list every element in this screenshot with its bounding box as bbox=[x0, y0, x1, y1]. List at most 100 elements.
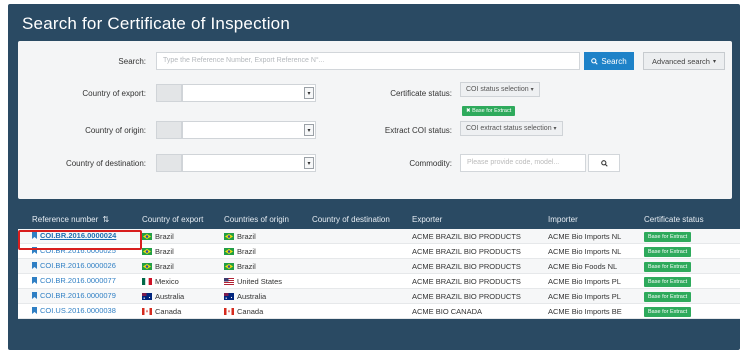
commodity-input[interactable]: Please provide code, model... bbox=[460, 154, 586, 172]
brazil-flag-icon bbox=[142, 247, 152, 255]
column-header-export[interactable]: Country of export bbox=[142, 215, 224, 224]
column-header-reference[interactable]: Reference number ⇅ bbox=[18, 215, 142, 224]
search-label: Search: bbox=[118, 57, 146, 66]
reference-link[interactable]: COI.BR.2016.0000026 bbox=[32, 261, 116, 270]
australia-flag-icon bbox=[142, 292, 152, 300]
table-row[interactable]: COI.BR.2016.0000025 Brazil Brazil ACME BRAZ… bbox=[18, 244, 740, 259]
table-row[interactable]: COI.BR.2016.0000077 Mexico United States AC… bbox=[18, 274, 740, 289]
country-of-origin-select[interactable]: ▾ bbox=[156, 121, 316, 139]
select-arrow-icon[interactable]: ▾ bbox=[304, 157, 314, 169]
certificate-status-cell: Base for Extract bbox=[644, 261, 740, 272]
flag-placeholder bbox=[156, 84, 182, 102]
reference-link[interactable]: COI.BR.2016.0000024 bbox=[32, 231, 116, 240]
australia-flag-icon bbox=[224, 292, 234, 300]
country-of-origin-label: Country of origin: bbox=[85, 126, 146, 135]
certificate-status-cell: Base for Extract bbox=[644, 231, 740, 242]
status-badge: Base for Extract bbox=[644, 261, 692, 272]
usa-flag-icon bbox=[224, 277, 234, 285]
table-row[interactable]: COI.BR.2016.0000079 Australia Australia ACM… bbox=[18, 289, 740, 304]
exporter-cell: ACME BRAZIL BIO PRODUCTS bbox=[412, 261, 521, 271]
status-badge[interactable]: ✖ Base for Extract bbox=[462, 106, 516, 116]
reference-link[interactable]: COI.BR.2016.0000025 bbox=[32, 246, 116, 255]
importer-cell: ACME Bio Imports BE bbox=[548, 306, 622, 316]
commodity-label: Commodity: bbox=[409, 159, 452, 168]
certificate-status-cell: Base for Extract bbox=[644, 306, 740, 317]
table-row[interactable]: COI.US.2016.0000038 Canada Canada ACME BIO … bbox=[18, 304, 740, 319]
advanced-search-label: Advanced search bbox=[652, 56, 710, 66]
country-of-export-cell: Australia bbox=[142, 292, 224, 301]
bookmark-icon bbox=[32, 262, 37, 269]
country-of-export-cell: Mexico bbox=[142, 277, 224, 286]
brazil-flag-icon bbox=[142, 232, 152, 240]
caret-down-icon: ▾ bbox=[553, 126, 557, 132]
results-table: Reference number ⇅ Country of export Cou… bbox=[18, 209, 740, 319]
extract-status-select[interactable]: COI extract status selection ▾ bbox=[460, 121, 563, 136]
page-title: Search for Certificate of Inspection bbox=[22, 14, 290, 33]
status-badge: Base for Extract bbox=[644, 276, 692, 287]
importer-cell: ACME Bio Imports NL bbox=[548, 246, 622, 256]
exporter-cell: ACME BIO CANADA bbox=[412, 306, 483, 316]
column-header-origin[interactable]: Countries of origin bbox=[224, 215, 312, 224]
reference-link[interactable]: COI.US.2016.0000038 bbox=[32, 306, 116, 315]
column-header-exporter[interactable]: Exporter bbox=[412, 215, 548, 224]
select-arrow-icon[interactable]: ▾ bbox=[304, 124, 314, 136]
table-row[interactable]: COI.BR.2016.0000026 Brazil Brazil ACME BRAZ… bbox=[18, 259, 740, 274]
bookmark-icon bbox=[32, 277, 37, 284]
table-header: Reference number ⇅ Country of export Cou… bbox=[18, 209, 740, 229]
column-header-importer[interactable]: Importer bbox=[548, 215, 644, 224]
importer-cell: ACME Bio Imports NL bbox=[548, 231, 622, 241]
certificate-status-value: COI status selection bbox=[466, 86, 529, 93]
column-header-destination[interactable]: Country of destination bbox=[312, 215, 412, 224]
search-icon bbox=[600, 159, 608, 167]
select-arrow-icon[interactable]: ▾ bbox=[304, 87, 314, 99]
flag-placeholder bbox=[156, 154, 182, 172]
certificate-status-cell: Base for Extract bbox=[644, 276, 740, 287]
status-badge: Base for Extract bbox=[644, 231, 692, 242]
certificate-status-cell: Base for Extract bbox=[644, 291, 740, 302]
canada-flag-icon bbox=[224, 307, 234, 315]
bookmark-icon bbox=[32, 247, 37, 254]
importer-cell: ACME Bio Foods NL bbox=[548, 261, 618, 271]
country-of-export-cell: Brazil bbox=[142, 247, 224, 256]
column-header-status[interactable]: Certificate status bbox=[644, 215, 740, 224]
country-of-export-cell: Canada bbox=[142, 307, 224, 316]
brazil-flag-icon bbox=[224, 247, 234, 255]
country-of-export-select[interactable]: ▾ bbox=[156, 84, 316, 102]
country-of-origin-cell: Brazil bbox=[224, 232, 312, 241]
status-badge: Base for Extract bbox=[644, 246, 692, 257]
commodity-search-button[interactable] bbox=[588, 154, 620, 172]
country-of-origin-cell: Australia bbox=[224, 292, 312, 301]
search-button-label: Search bbox=[601, 56, 627, 66]
country-of-export-cell: Brazil bbox=[142, 262, 224, 271]
reference-link[interactable]: COI.BR.2016.0000079 bbox=[32, 291, 116, 300]
search-input[interactable]: Type the Reference Number, Export Refere… bbox=[156, 52, 580, 70]
country-of-export-label: Country of export: bbox=[82, 89, 146, 98]
extract-status-label: Extract COI status: bbox=[384, 126, 452, 135]
brazil-flag-icon bbox=[224, 262, 234, 270]
reference-link[interactable]: COI.BR.2016.0000077 bbox=[32, 276, 116, 285]
table-body: COI.BR.2016.0000024 Brazil Brazil ACME BRAZ… bbox=[18, 229, 740, 319]
search-button[interactable]: Search bbox=[584, 52, 634, 70]
status-badge: Base for Extract bbox=[644, 306, 692, 317]
flag-placeholder bbox=[156, 121, 182, 139]
status-badge: Base for Extract bbox=[644, 291, 692, 302]
brazil-flag-icon bbox=[142, 262, 152, 270]
advanced-search-button[interactable]: Advanced search ▾ bbox=[643, 52, 725, 70]
bookmark-icon bbox=[32, 232, 37, 239]
extract-status-value: COI extract status selection bbox=[466, 125, 552, 132]
search-icon bbox=[591, 57, 598, 65]
importer-cell: ACME Bio Imports PL bbox=[548, 276, 621, 286]
country-of-destination-select[interactable]: ▾ bbox=[156, 154, 316, 172]
sort-icon[interactable]: ⇅ bbox=[103, 215, 110, 224]
country-of-origin-cell: Brazil bbox=[224, 247, 312, 256]
bookmark-icon bbox=[32, 292, 37, 299]
table-row[interactable]: COI.BR.2016.0000024 Brazil Brazil ACME BRAZ… bbox=[18, 229, 740, 244]
bookmark-icon bbox=[32, 307, 37, 314]
exporter-cell: ACME BRAZIL BIO PRODUCTS bbox=[412, 246, 521, 256]
search-panel: Search for Certificate of Inspection Sea… bbox=[8, 4, 740, 350]
importer-cell: ACME Bio Imports PL bbox=[548, 291, 621, 301]
caret-down-icon: ▾ bbox=[530, 87, 534, 93]
caret-down-icon: ▾ bbox=[712, 58, 716, 65]
certificate-status-select[interactable]: COI status selection ▾ bbox=[460, 82, 540, 97]
search-form: Search: Type the Reference Number, Expor… bbox=[18, 41, 732, 199]
